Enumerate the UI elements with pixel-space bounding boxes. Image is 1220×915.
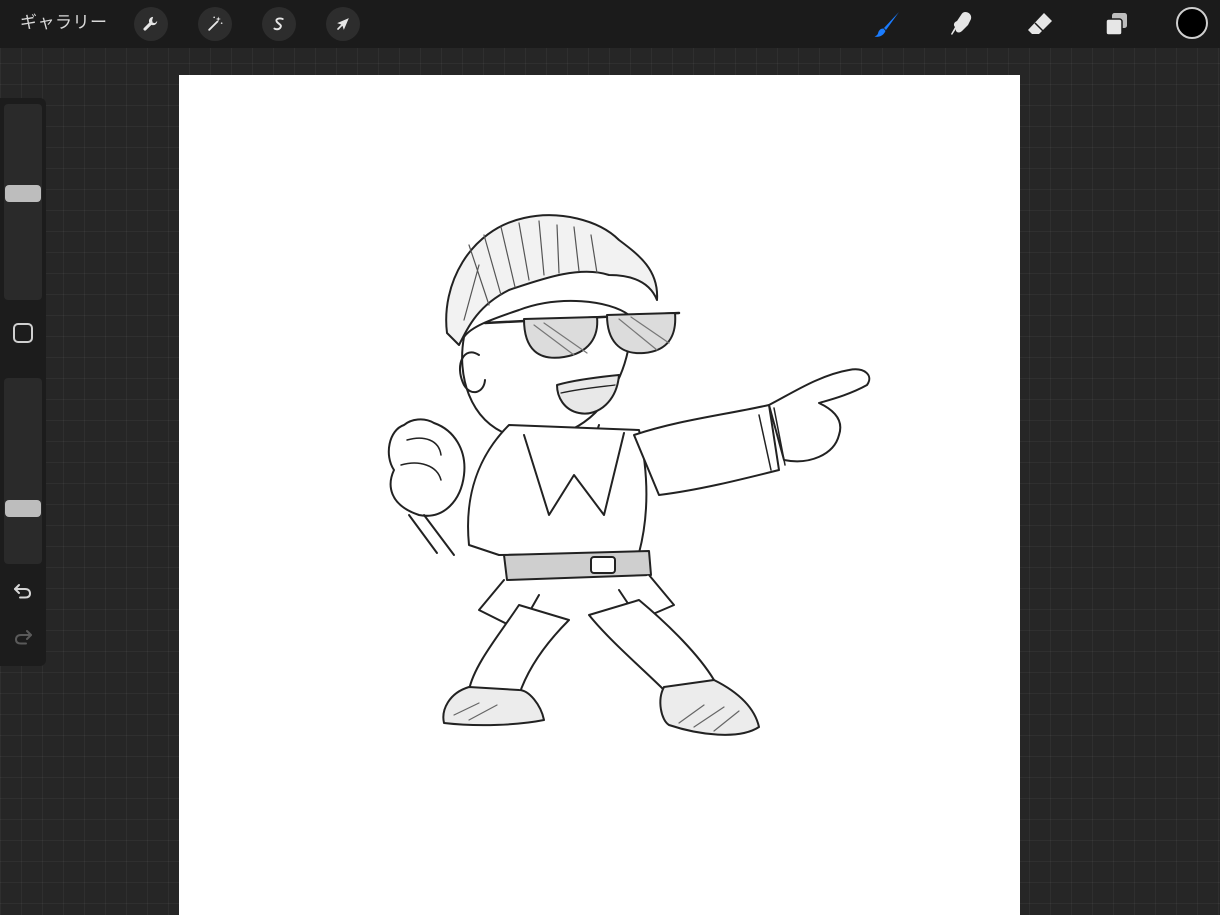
square-modify-icon[interactable] — [13, 323, 33, 343]
eraser-tool-button[interactable] — [1022, 6, 1058, 42]
opacity-slider-thumb[interactable] — [5, 500, 41, 517]
opacity-slider[interactable] — [4, 378, 42, 564]
selection-button[interactable] — [262, 7, 296, 41]
selection-s-icon — [273, 17, 284, 31]
undo-icon — [14, 584, 32, 599]
brush-size-slider-thumb[interactable] — [5, 185, 41, 202]
layers-button[interactable] — [1099, 6, 1135, 42]
brush-icon — [874, 12, 899, 37]
color-swatch[interactable] — [1176, 7, 1208, 39]
transform-button[interactable] — [326, 7, 360, 41]
brush-size-slider[interactable] — [4, 104, 42, 300]
smudge-tool-button[interactable] — [944, 6, 980, 42]
sketch-artwork — [387, 214, 871, 736]
wrench-icon — [143, 16, 158, 31]
undo-button[interactable] — [11, 580, 35, 602]
gallery-button[interactable]: ギャラリー — [20, 10, 108, 36]
redo-icon — [14, 630, 32, 645]
eraser-icon — [1028, 13, 1052, 34]
smudge-finger-icon — [951, 12, 972, 35]
redo-button[interactable] — [11, 626, 35, 648]
top-toolbar: ギャラリー — [0, 0, 1220, 48]
brush-tool-button[interactable] — [869, 6, 905, 42]
layers-icon — [1105, 13, 1127, 36]
adjustments-button[interactable] — [198, 7, 232, 41]
left-sidebar — [0, 98, 46, 666]
arrow-cursor-icon — [337, 18, 349, 30]
drawing-canvas[interactable] — [179, 75, 1020, 915]
actions-button[interactable] — [134, 7, 168, 41]
magic-wand-icon — [208, 16, 223, 31]
